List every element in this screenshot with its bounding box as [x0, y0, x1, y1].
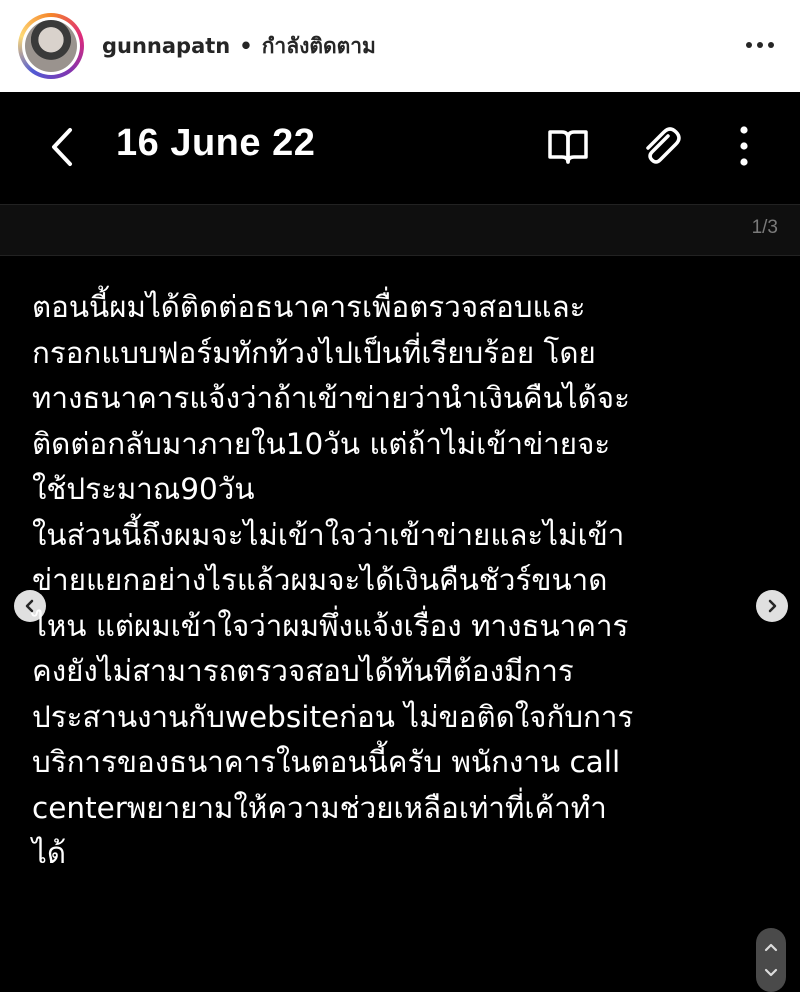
note-line: ใช้ประมาณ90วัน [32, 472, 255, 506]
book-open-icon [548, 130, 588, 164]
separator-dot: • [239, 34, 253, 58]
more-horizontal-icon[interactable] [740, 27, 780, 63]
note-app-bar: 16 June 22 [0, 92, 800, 204]
note-line: centerพยายามให้ความช่วยเหลือเท่าที่เค้าท… [32, 790, 607, 825]
note-line: ในส่วนนี้ถึงผมจะไม่เข้าใจว่าเข้าข่ายและไ… [32, 517, 625, 552]
avatar-image [25, 20, 77, 72]
following-status-button[interactable]: กำลังติดตาม [262, 30, 376, 63]
chevron-right-icon [768, 599, 777, 613]
username-link[interactable]: gunnapatn [102, 34, 230, 58]
note-line: ทางธนาคารแจ้งว่าถ้าเข้าข่ายว่านำเงินคืนไ… [32, 381, 630, 415]
note-line: ได้ [32, 836, 66, 870]
note-line: ข่ายแยกอย่างไรแล้วผมจะได้เงินคืนชัวร์ขนา… [32, 563, 608, 597]
note-line: คงยังไม่สามารถตรวจสอบได้ทันทีต้องมีการ [32, 654, 574, 688]
chevron-left-icon [25, 599, 34, 613]
chevron-up-icon[interactable] [763, 941, 779, 953]
note-line: กรอกแบบฟอร์มทักท้วงไปเป็นที่เรียบร้อย โด… [32, 335, 596, 370]
paperclip-icon [646, 127, 681, 164]
carousel-next-button[interactable] [756, 590, 788, 622]
note-line: ไหน แต่ผมเข้าใจว่าผมพึ่งแจ้งเรื่อง ทางธน… [32, 608, 629, 643]
back-button[interactable] [42, 122, 82, 172]
scroll-control[interactable] [756, 928, 786, 992]
avatar[interactable] [18, 13, 84, 79]
more-options-button[interactable] [722, 124, 766, 168]
page-indicator: 1/3 [751, 217, 778, 238]
user-info: gunnapatn • กำลังติดตาม [102, 30, 376, 63]
more-vertical-icon [740, 126, 748, 166]
page-strip: 1/3 [0, 204, 800, 256]
attach-button[interactable] [638, 124, 682, 168]
note-line: ประสานงานกับwebsiteก่อน ไม่ขอติดใจกับการ [32, 699, 634, 734]
chevron-left-icon [52, 128, 72, 166]
note-line: ตอนนี้ผมได้ติดต่อธนาคารเพื่อตรวจสอบและ [32, 290, 586, 324]
note-title: 16 June 22 [116, 122, 316, 164]
post-header: gunnapatn • กำลังติดตาม [0, 0, 800, 92]
carousel-prev-button[interactable] [14, 590, 46, 622]
note-line: ติดต่อกลับมาภายใน10วัน แต่ถ้าไม่เข้าข่าย… [32, 426, 611, 461]
reading-mode-button[interactable] [546, 124, 590, 168]
note-line: บริการของธนาคารในตอนนี้ครับ พนักงาน call [32, 745, 621, 779]
chevron-down-icon[interactable] [763, 967, 779, 979]
note-body: ตอนนี้ผมได้ติดต่อธนาคารเพื่อตรวจสอบและ ก… [32, 285, 772, 877]
